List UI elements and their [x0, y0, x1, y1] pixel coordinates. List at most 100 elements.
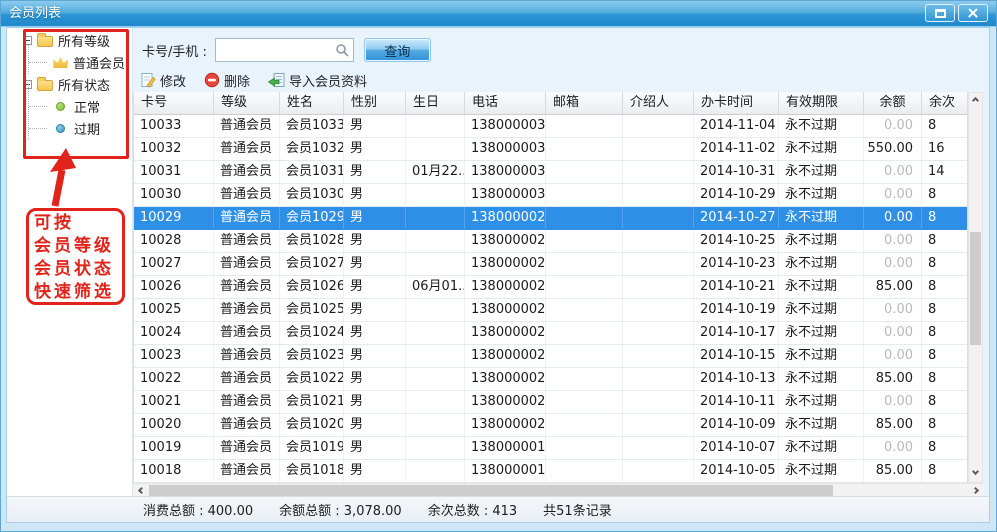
query-button[interactable]: 查询 — [364, 38, 431, 62]
cell-gender: 男 — [344, 299, 406, 321]
cell-name: 会员1021 — [280, 391, 344, 413]
tree-node[interactable]: 所有状态 — [7, 73, 132, 95]
column-header-open-date[interactable]: 办卡时间 — [694, 92, 779, 114]
cell-introducer — [623, 322, 694, 344]
tree-expander-icon[interactable] — [23, 36, 32, 45]
cell-gender: 男 — [344, 322, 406, 344]
annotation-line: 快速筛选 — [34, 281, 122, 304]
cell-name: 会员1024 — [280, 322, 344, 344]
cell-balance: 0.00 — [864, 322, 922, 344]
scroll-down-button[interactable] — [969, 467, 982, 481]
table-row[interactable]: 10020 普通会员 会员1020 男 1380000020 2014-10-0… — [134, 414, 967, 437]
cell-validity: 永不过期 — [779, 414, 864, 436]
delete-button[interactable]: 删除 — [204, 71, 250, 90]
status-bar: 消费总额 : 400.00 余额总额 : 3,078.00 余次总数 : 413… — [7, 496, 989, 522]
table-row[interactable]: 10030 普通会员 会员1030 男 1380000030 2014-10-2… — [134, 184, 967, 207]
edit-button[interactable]: 修改 — [140, 71, 186, 90]
cell-validity: 永不过期 — [779, 368, 864, 390]
table-row[interactable]: 10029 普通会员 会员1029 男 1380000029 2014-10-2… — [134, 207, 967, 230]
table-row[interactable]: 10025 普通会员 会员1025 男 1380000025 2014-10-1… — [134, 299, 967, 322]
maximize-button[interactable] — [925, 4, 955, 22]
cell-validity: 永不过期 — [779, 437, 864, 459]
chevron-up-icon — [972, 97, 979, 104]
table-row[interactable]: 10027 普通会员 会员1027 男 1380000027 2014-10-2… — [134, 253, 967, 276]
chevron-right-icon — [972, 487, 979, 494]
table-row[interactable]: 10028 普通会员 会员1028 男 1380000028 2014-10-2… — [134, 230, 967, 253]
column-header-birthday[interactable]: 生日 — [406, 92, 465, 114]
cell-card: 10033 — [134, 115, 214, 137]
cell-gender: 男 — [344, 368, 406, 390]
cell-balance: 0.00 — [864, 391, 922, 413]
cell-birthday — [406, 345, 465, 367]
cell-grade: 普通会员 — [214, 368, 280, 390]
column-header-gender[interactable]: 性别 — [344, 92, 406, 114]
cell-email — [546, 299, 623, 321]
column-header-introducer[interactable]: 介绍人 — [623, 92, 694, 114]
cell-balance: 0.00 — [864, 437, 922, 459]
cell-introducer — [623, 207, 694, 229]
cell-card: 10027 — [134, 253, 214, 275]
cell-validity: 永不过期 — [779, 276, 864, 298]
filter-sidebar: 所有等级 普通会员 所有状态 — [7, 28, 133, 496]
cell-times: 8 — [922, 276, 969, 298]
cell-times: 8 — [922, 345, 969, 367]
scroll-up-button[interactable] — [969, 94, 982, 108]
cell-grade: 普通会员 — [214, 414, 280, 436]
cell-email — [546, 230, 623, 252]
cell-introducer — [623, 345, 694, 367]
table-row[interactable]: 10019 普通会员 会员1019 男 1380000019 2014-10-0… — [134, 437, 967, 460]
vertical-scrollbar-thumb[interactable] — [970, 232, 981, 345]
annotation-arrow-icon — [43, 146, 91, 210]
cell-open-date: 2014-10-25 — [694, 230, 779, 252]
search-input[interactable] — [215, 38, 354, 62]
column-header-phone[interactable]: 电话 — [465, 92, 546, 114]
cell-gender: 男 — [344, 460, 406, 482]
column-header-card[interactable]: 卡号 — [134, 92, 214, 114]
cell-gender: 男 — [344, 230, 406, 252]
tree-node[interactable]: 正常 — [7, 95, 132, 117]
tree-node[interactable]: 普通会员 — [7, 51, 132, 73]
table-row[interactable]: 10021 普通会员 会员1021 男 1380000021 2014-10-1… — [134, 391, 967, 414]
cell-phone: 1380000023 — [465, 345, 546, 367]
table-row[interactable]: 10018 普通会员 会员1018 男 1380000018 2014-10-0… — [134, 460, 967, 483]
table-row[interactable]: 10023 普通会员 会员1023 男 1380000023 2014-10-1… — [134, 345, 967, 368]
column-header-name[interactable]: 姓名 — [280, 92, 344, 114]
cell-times: 8 — [922, 322, 969, 344]
cell-phone: 1380000031 — [465, 161, 546, 183]
close-button[interactable] — [958, 4, 988, 22]
tree-node[interactable]: 过期 — [7, 117, 132, 139]
cell-open-date: 2014-11-04 — [694, 115, 779, 137]
vertical-scrollbar[interactable] — [968, 92, 983, 483]
cell-phone: 1380000022 — [465, 368, 546, 390]
column-header-balance[interactable]: 余额 — [864, 92, 922, 114]
cell-grade: 普通会员 — [214, 184, 280, 206]
cell-birthday — [406, 437, 465, 459]
tree-expander-icon[interactable] — [23, 80, 32, 89]
cell-times: 8 — [922, 460, 969, 482]
table-row[interactable]: 10031 普通会员 会员1031 男 01月22... 1380000031 … — [134, 161, 967, 184]
column-header-grade[interactable]: 等级 — [214, 92, 280, 114]
search-icon — [335, 43, 349, 57]
table-row[interactable]: 10022 普通会员 会员1022 男 1380000022 2014-10-1… — [134, 368, 967, 391]
cell-validity: 永不过期 — [779, 161, 864, 183]
cell-times: 8 — [922, 368, 969, 390]
column-header-validity[interactable]: 有效期限 — [779, 92, 864, 114]
table-row[interactable]: 10026 普通会员 会员1026 男 06月01... 1380000026 … — [134, 276, 967, 299]
cell-email — [546, 345, 623, 367]
cell-name: 会员1032 — [280, 138, 344, 160]
table-header: 卡号 等级 姓名 性别 生日 电话 邮箱 介绍人 办卡时间 有效期限 余额 余次 — [134, 92, 967, 115]
cell-balance: 550.00 — [864, 138, 922, 160]
cell-birthday — [406, 414, 465, 436]
column-header-email[interactable]: 邮箱 — [546, 92, 623, 114]
cell-card: 10024 — [134, 322, 214, 344]
table-row[interactable]: 10032 普通会员 会员1032 男 1380000032 2014-11-0… — [134, 138, 967, 161]
cell-gender: 男 — [344, 184, 406, 206]
cell-gender: 男 — [344, 414, 406, 436]
column-header-times[interactable]: 余次 — [922, 92, 969, 114]
cell-introducer — [623, 230, 694, 252]
import-members-button[interactable]: 导入会员资料 — [268, 71, 367, 90]
table-row[interactable]: 10033 普通会员 会员1033 男 1380000033 2014-11-0… — [134, 115, 967, 138]
table-row[interactable]: 10024 普通会员 会员1024 男 1380000024 2014-10-1… — [134, 322, 967, 345]
tree-node[interactable]: 所有等级 — [7, 29, 132, 51]
cell-introducer — [623, 161, 694, 183]
